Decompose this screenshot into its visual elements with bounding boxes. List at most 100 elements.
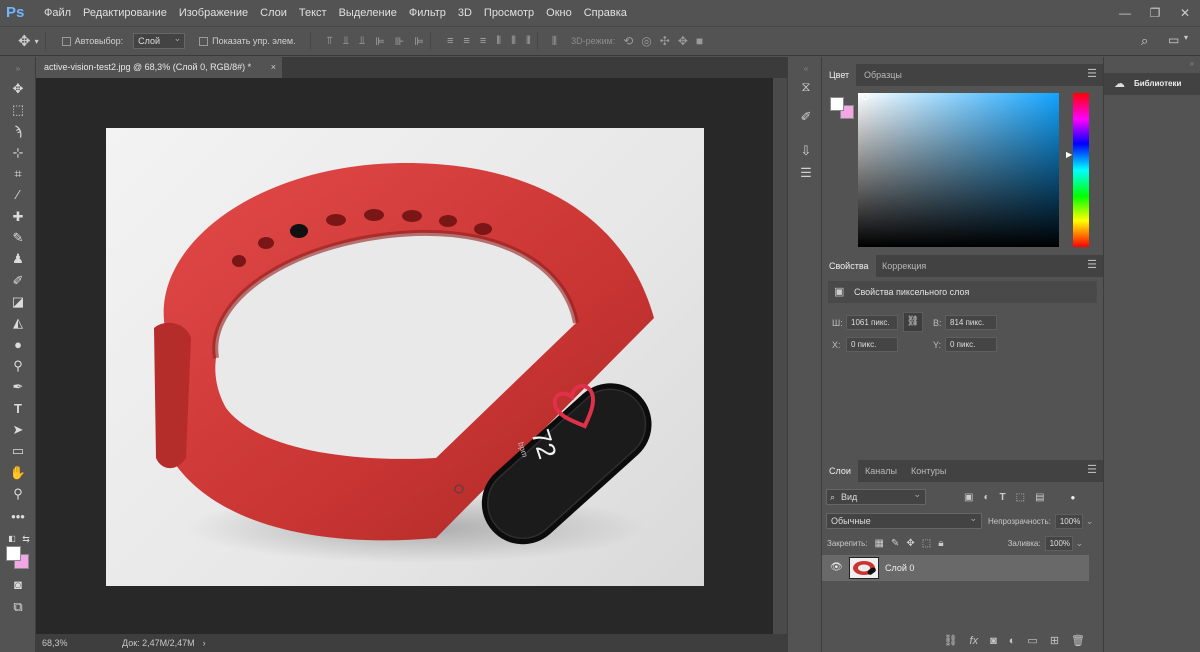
show-controls-checkbox[interactable] [199, 36, 209, 46]
foreground-swatch[interactable] [830, 97, 844, 111]
distribute-vcenter-icon[interactable]: ≡ [463, 35, 469, 48]
quick-select-tool-icon[interactable]: ⊹ [8, 143, 28, 163]
layer-row[interactable]: 👁︎ Слой 0 [822, 555, 1089, 581]
tab-color[interactable]: Цвет [822, 64, 857, 86]
new-adjustment-layer-icon[interactable]: ◐ [1009, 635, 1016, 647]
screen-mode-icon[interactable]: ⧉ [8, 597, 28, 617]
properties-panel-menu-icon[interactable]: ☰ [1087, 260, 1097, 271]
blur-tool-icon[interactable]: ● [8, 335, 28, 355]
tab-channels[interactable]: Каналы [858, 460, 904, 482]
close-window-button[interactable]: ✕ [1170, 6, 1200, 20]
brush-tool-icon[interactable]: ✎ [8, 228, 28, 248]
align-left-icon[interactable]: ⊫ [375, 35, 385, 48]
lock-transparency-icon[interactable]: ▦ [875, 538, 884, 549]
crop-tool-icon[interactable]: ⌗ [8, 164, 28, 184]
tab-layers[interactable]: Слои [822, 460, 858, 482]
move-tool-icon[interactable]: ✥ [8, 79, 28, 99]
align-hcenter-icon[interactable]: ⊪ [395, 35, 405, 48]
healing-brush-tool-icon[interactable]: ✚ [8, 207, 28, 227]
marquee-tool-icon[interactable]: ⬚ [8, 100, 28, 120]
dodge-tool-icon[interactable]: ⚲ [8, 356, 28, 376]
3d-slide-icon[interactable]: ✥ [678, 34, 688, 48]
visibility-eye-icon[interactable]: 👁︎ [830, 555, 843, 581]
width-field[interactable]: 1061 пикс. [846, 315, 898, 330]
tab-swatches[interactable]: Образцы [857, 64, 909, 86]
zoom-tool-icon[interactable]: ⚲ [8, 484, 28, 504]
clone-stamp-tool-icon[interactable]: ♟ [8, 249, 28, 269]
3d-camera-icon[interactable]: ■ [696, 34, 703, 48]
workspace-icon[interactable]: ▭ [1168, 33, 1179, 47]
menu-help[interactable]: Справка [584, 0, 627, 26]
align-right-icon[interactable]: ⊫ [414, 35, 424, 48]
link-dimensions-icon[interactable]: ⛓ [903, 312, 923, 332]
color-picker-field[interactable] [858, 93, 1059, 247]
document-tab[interactable]: active-vision-test2.jpg @ 68,3% (Слой 0,… [36, 57, 282, 78]
libraries-panel-button[interactable]: ☁ Библиотеки [1104, 73, 1200, 95]
new-layer-icon[interactable]: ⊞ [1050, 634, 1059, 647]
lasso-tool-icon[interactable]: ϡ [8, 121, 28, 141]
eraser-tool-icon[interactable]: ◪ [8, 292, 28, 312]
lock-pixels-icon[interactable]: ✎ [891, 538, 899, 549]
3d-roll-icon[interactable]: ◎ [641, 34, 651, 48]
autoselect-target-select[interactable]: Слой [133, 31, 186, 49]
distribute-hcenter-icon[interactable]: ⦀ [511, 35, 516, 48]
layer-filter-select[interactable]: ⌕ Вид [826, 487, 926, 505]
clone-source-icon[interactable]: ⇩ [796, 141, 816, 161]
close-tab-icon[interactable]: × [271, 57, 276, 78]
eyedropper-tool-icon[interactable]: ⁄ [8, 185, 28, 205]
history-brush-tool-icon[interactable]: ✐ [8, 271, 28, 291]
pen-tool-icon[interactable]: ✒ [8, 377, 28, 397]
dock-collapse-icon[interactable]: » [1190, 59, 1194, 68]
rectangle-tool-icon[interactable]: ▭ [8, 441, 28, 461]
3d-orbit-icon[interactable]: ⟲ [623, 34, 633, 48]
adjustments-icon[interactable]: ☰ [796, 163, 816, 183]
quick-mask-icon[interactable]: ◙ [8, 575, 28, 595]
status-menu-arrow[interactable]: › [203, 638, 206, 648]
tab-properties[interactable]: Свойства [822, 255, 876, 277]
distribute-bottom-icon[interactable]: ≡ [480, 35, 486, 48]
workspace-chevron-icon[interactable]: ▾ [1184, 33, 1188, 42]
text-tool-icon[interactable]: T [8, 399, 28, 419]
height-field[interactable]: 814 пикс. [945, 315, 997, 330]
3d-pan-icon[interactable]: ✣ [660, 34, 670, 48]
color-panel-menu-icon[interactable]: ☰ [1087, 69, 1097, 80]
layers-panel-menu-icon[interactable]: ☰ [1087, 465, 1097, 476]
link-layers-icon[interactable]: ⛓ [944, 634, 958, 647]
tab-adjustments[interactable]: Коррекция [875, 255, 933, 277]
panel-collapse-icon[interactable]: » [8, 59, 28, 79]
menu-file[interactable]: Файл [44, 0, 71, 26]
delete-layer-icon[interactable]: 🗑︎ [1071, 634, 1085, 647]
lock-artboard-icon[interactable]: ⬚ [922, 538, 931, 549]
brush-settings-icon[interactable]: ✐ [796, 107, 816, 127]
layer-name[interactable]: Слой 0 [885, 555, 914, 581]
vertical-scrollbar[interactable] [773, 78, 787, 634]
document-image[interactable]: 72 bpm [106, 128, 704, 586]
hue-slider-handle-icon[interactable]: ▶ [1066, 150, 1072, 159]
filter-adjustment-icon[interactable]: ◐ [983, 492, 989, 503]
layer-style-fx-icon[interactable]: fx [970, 635, 979, 647]
distribute-right-icon[interactable]: ⦀ [526, 35, 531, 48]
filter-pixel-icon[interactable]: ▣ [964, 492, 973, 503]
y-field[interactable]: 0 пикс. [945, 337, 997, 352]
hand-tool-icon[interactable]: ✋ [8, 463, 28, 483]
align-bottom-icon[interactable]: ⫫ [359, 35, 365, 48]
opacity-field[interactable]: 100% [1054, 513, 1083, 529]
edit-toolbar-icon[interactable]: ••• [8, 507, 28, 527]
distribute-left-icon[interactable]: ⦀ [496, 35, 501, 48]
new-group-icon[interactable]: ▭ [1027, 634, 1037, 647]
distribute-top-icon[interactable]: ≡ [447, 35, 453, 48]
auto-align-icon[interactable]: ⦀ [552, 34, 557, 49]
strip-collapse-icon[interactable]: « [796, 59, 816, 79]
gradient-tool-icon[interactable]: ◭ [8, 313, 28, 333]
add-mask-icon[interactable]: ◙ [990, 635, 997, 647]
menu-edit[interactable]: Редактирование [83, 0, 167, 26]
x-field[interactable]: 0 пикс. [846, 337, 898, 352]
filter-toggle-icon[interactable]: ● [1071, 493, 1076, 502]
align-top-icon[interactable]: ⫪ [327, 35, 333, 48]
history-panel-icon[interactable]: ⧖ [796, 77, 816, 97]
lock-all-icon[interactable]: 🔒︎ [938, 538, 943, 549]
move-tool-icon[interactable]: ✥ [18, 32, 31, 50]
hue-slider[interactable] [1073, 93, 1089, 247]
path-select-tool-icon[interactable]: ➤ [8, 420, 28, 440]
autoselect-checkbox[interactable] [61, 36, 71, 46]
